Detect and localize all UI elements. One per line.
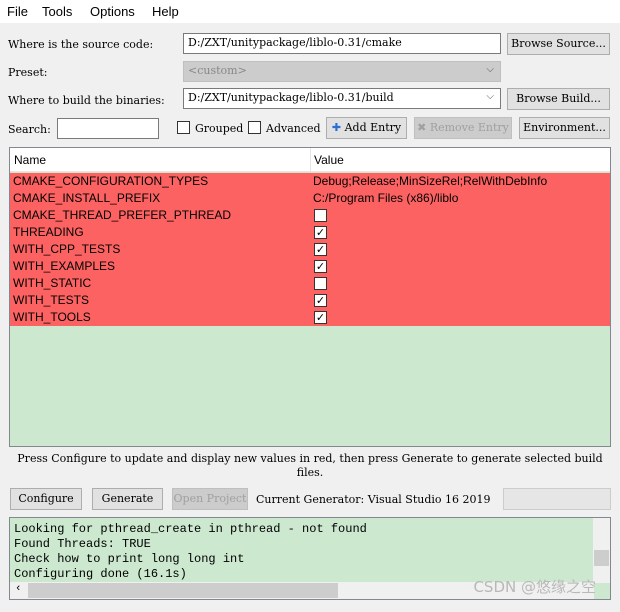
progress-bar [503, 488, 611, 510]
remove-icon: ✖ [417, 121, 427, 134]
row-checkbox[interactable] [314, 209, 327, 222]
watermark: CSDN @悠缘之空 [473, 578, 596, 596]
output-log: Looking for pthread_create in pthread - … [9, 517, 611, 600]
scroll-left-icon[interactable]: ‹ [15, 583, 22, 595]
table-header: Name Value [10, 148, 610, 172]
source-label: Where is the source code: [8, 38, 154, 51]
header-value[interactable]: Value [314, 153, 344, 167]
menu-file[interactable]: File [7, 4, 28, 19]
header-divider [310, 148, 311, 172]
table-row[interactable]: CMAKE_THREAD_PREFER_PTHREAD [10, 207, 610, 224]
table-row[interactable]: WITH_TESTS ✓ [10, 292, 610, 309]
hint-text: Press Configure to update and display ne… [17, 452, 603, 479]
row-name: CMAKE_THREAD_PREFER_PTHREAD [13, 208, 232, 222]
remove-entry-button[interactable]: ✖ Remove Entry [414, 117, 512, 139]
row-name: WITH_EXAMPLES [13, 259, 116, 273]
table-row[interactable]: WITH_STATIC [10, 275, 610, 292]
log-line: Looking for pthread_create in pthread - … [14, 522, 367, 536]
table-row[interactable]: WITH_TOOLS ✓ [10, 309, 610, 326]
table-row[interactable]: CMAKE_INSTALL_PREFIX C:/Program Files (x8… [10, 190, 610, 207]
current-generator: Current Generator: Visual Studio 16 2019 [256, 493, 491, 506]
row-name: THREADING [13, 225, 84, 239]
add-entry-label: Add Entry [344, 121, 402, 134]
row-value[interactable]: C:/Program Files (x86)/liblo [313, 191, 458, 205]
search-label: Search: [8, 123, 51, 136]
add-entry-button[interactable]: ✚ Add Entry [326, 117, 407, 139]
vertical-scrollbar[interactable] [593, 518, 610, 583]
remove-entry-label: Remove Entry [429, 121, 509, 134]
browse-source-button[interactable]: Browse Source... [507, 33, 610, 55]
table-row[interactable]: CMAKE_CONFIGURATION_TYPES Debug;Release;M… [10, 173, 610, 190]
scroll-thumb[interactable] [594, 550, 609, 566]
advanced-label: Advanced [266, 122, 321, 135]
grouped-label: Grouped [195, 122, 244, 135]
cache-table: Name Value CMAKE_CONFIGURATION_TYPES Debu… [9, 147, 611, 447]
build-select[interactable]: D:/ZXT/unitypackage/liblo-0.31/build ⌵ [183, 88, 501, 109]
row-name: WITH_STATIC [13, 276, 92, 290]
menu-tools[interactable]: Tools [42, 4, 72, 19]
table-row[interactable]: WITH_CPP_TESTS ✓ [10, 241, 610, 258]
build-value: D:/ZXT/unitypackage/liblo-0.31/build [188, 91, 394, 104]
row-name: CMAKE_CONFIGURATION_TYPES [13, 174, 209, 188]
preset-value: <custom> [188, 64, 247, 77]
header-name[interactable]: Name [14, 153, 46, 167]
row-checkbox[interactable] [314, 277, 327, 290]
row-name: WITH_CPP_TESTS [13, 242, 121, 256]
chevron-down-icon: ⌵ [486, 64, 494, 75]
table-row[interactable]: WITH_EXAMPLES ✓ [10, 258, 610, 275]
advanced-checkbox[interactable] [248, 121, 261, 134]
menu-help[interactable]: Help [152, 4, 179, 19]
row-name: WITH_TOOLS [13, 310, 91, 324]
log-line: Configuring done (16.1s) [14, 567, 187, 581]
chevron-down-icon: ⌵ [486, 91, 494, 102]
plus-icon: ✚ [331, 121, 342, 134]
scroll-thumb[interactable] [28, 583, 338, 598]
source-input[interactable]: D:/ZXT/unitypackage/liblo-0.31/cmake [183, 33, 501, 54]
menu-options[interactable]: Options [90, 4, 135, 19]
row-checkbox[interactable]: ✓ [314, 226, 327, 239]
configure-button[interactable]: Configure [10, 488, 82, 510]
row-value[interactable]: Debug;Release;MinSizeRel;RelWithDebInfo [313, 174, 547, 188]
preset-label: Preset: [8, 66, 48, 79]
row-checkbox[interactable]: ✓ [314, 243, 327, 256]
row-checkbox[interactable]: ✓ [314, 311, 327, 324]
search-input[interactable] [57, 118, 159, 139]
preset-select[interactable]: <custom> ⌵ [183, 61, 501, 82]
generate-button[interactable]: Generate [92, 488, 163, 510]
log-line: Found Threads: TRUE [14, 537, 151, 551]
log-line: Check how to print long long int [14, 552, 245, 566]
menu-bar: File Tools Options Help [0, 0, 620, 23]
row-name: CMAKE_INSTALL_PREFIX [13, 191, 161, 205]
row-checkbox[interactable]: ✓ [314, 294, 327, 307]
table-rows: CMAKE_CONFIGURATION_TYPES Debug;Release;M… [10, 173, 610, 326]
open-project-button[interactable]: Open Project [172, 488, 248, 510]
row-name: WITH_TESTS [13, 293, 90, 307]
browse-build-button[interactable]: Browse Build... [507, 88, 610, 110]
build-label: Where to build the binaries: [8, 94, 165, 107]
grouped-checkbox[interactable] [177, 121, 190, 134]
row-checkbox[interactable]: ✓ [314, 260, 327, 273]
table-row[interactable]: THREADING ✓ [10, 224, 610, 241]
environment-button[interactable]: Environment... [519, 117, 610, 139]
